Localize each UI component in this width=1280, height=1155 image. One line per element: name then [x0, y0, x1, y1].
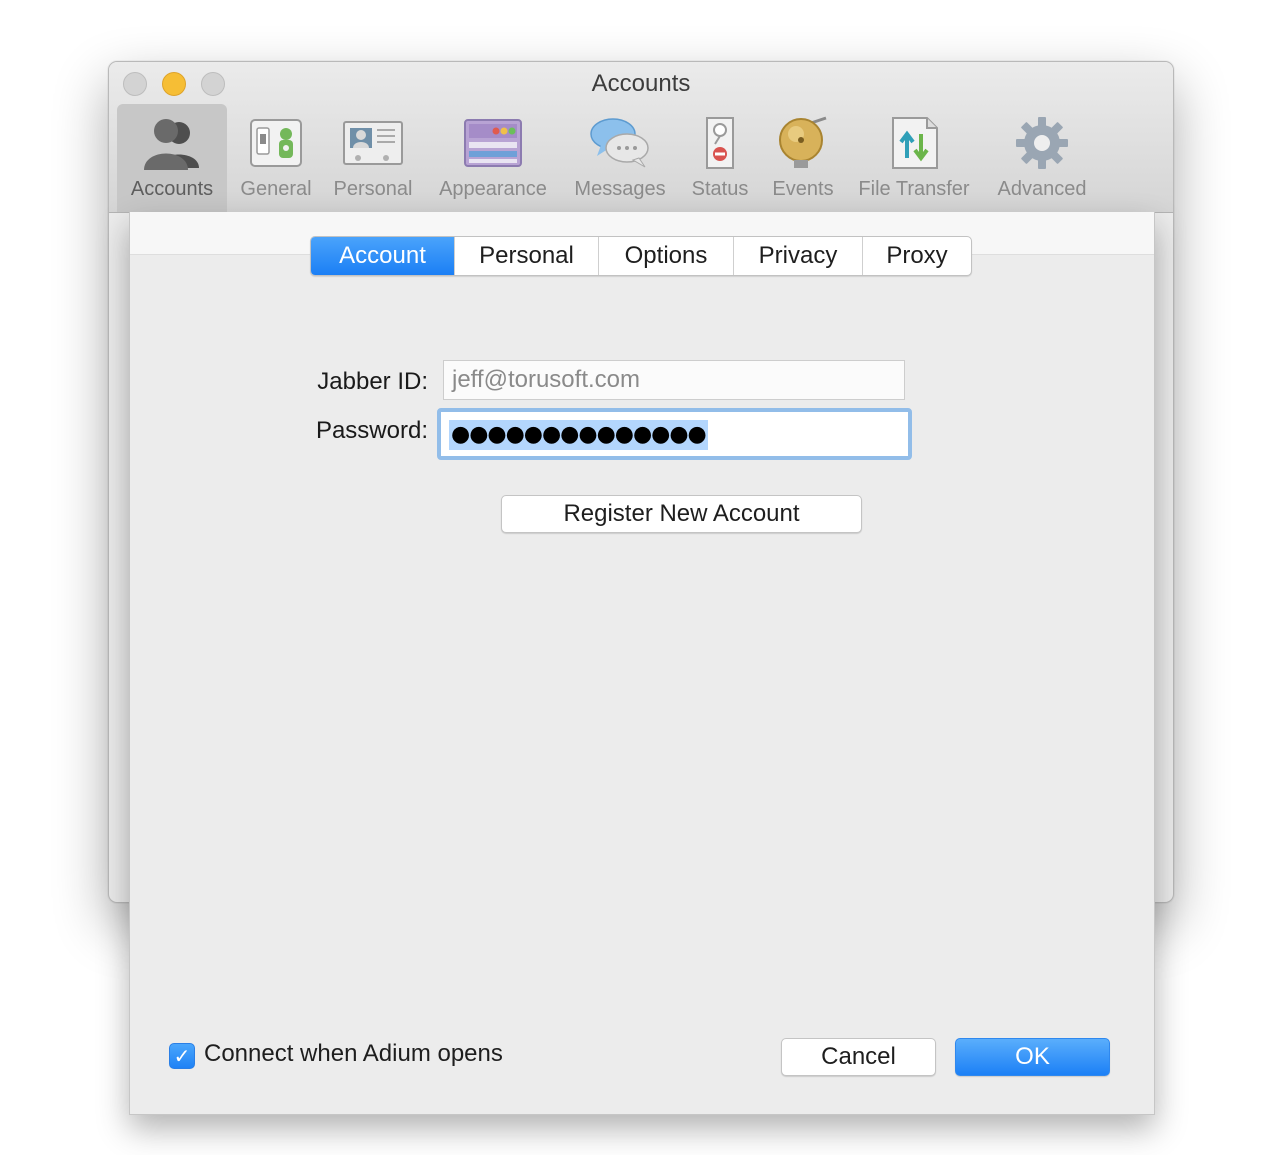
- toolbar-item-status[interactable]: Status: [679, 104, 761, 212]
- password-value: ●●●●●●●●●●●●●●: [449, 420, 708, 450]
- toolbar-label: Messages: [574, 178, 666, 200]
- speech-bubbles-icon: [590, 118, 649, 168]
- toolbar-item-appearance[interactable]: Appearance: [425, 104, 561, 212]
- password-label: Password:: [315, 417, 428, 444]
- tab-personal[interactable]: Personal: [454, 237, 598, 275]
- title-bar: Accounts Accounts General Personal Appea…: [109, 62, 1173, 213]
- light-switch-icon: [250, 119, 302, 167]
- tab-account[interactable]: Account: [311, 237, 454, 275]
- toolbar-label: Events: [772, 178, 834, 200]
- jabber-id-field[interactable]: jeff@torusoft.com: [443, 360, 905, 400]
- account-tabs: Account Personal Options Privacy Proxy: [310, 236, 972, 276]
- preferences-toolbar: Accounts General Personal Appearance Mes…: [109, 104, 1173, 212]
- ok-button[interactable]: OK: [955, 1038, 1110, 1076]
- toolbar-item-file-transfer[interactable]: File Transfer: [845, 104, 983, 212]
- toolbar-item-messages[interactable]: Messages: [565, 104, 675, 212]
- people-icon: [144, 119, 199, 170]
- connect-on-launch-checkbox[interactable]: ✓: [169, 1043, 195, 1069]
- toolbar-label: Status: [691, 178, 749, 200]
- toolbar-item-accounts[interactable]: Accounts: [117, 104, 227, 212]
- transfer-arrows-icon: [892, 117, 938, 169]
- account-sheet: Account Personal Options Privacy Proxy J…: [129, 212, 1155, 1115]
- toolbar-label: Advanced: [997, 178, 1087, 200]
- toolbar-item-personal[interactable]: Personal: [325, 104, 421, 212]
- toolbar-item-general[interactable]: General: [231, 104, 321, 212]
- door-hanger-icon: [706, 117, 734, 169]
- toolbar-label: Accounts: [130, 178, 214, 200]
- toolbar-item-advanced[interactable]: Advanced: [987, 104, 1097, 212]
- tab-options[interactable]: Options: [598, 237, 733, 275]
- cancel-button[interactable]: Cancel: [781, 1038, 936, 1076]
- id-card-icon: [343, 121, 403, 165]
- toolbar-label: General: [240, 178, 312, 200]
- appearance-window-icon: [464, 119, 522, 167]
- toolbar-label: Personal: [333, 178, 413, 200]
- connect-on-launch-label: Connect when Adium opens: [204, 1040, 503, 1067]
- register-new-account-button[interactable]: Register New Account: [501, 495, 862, 533]
- jabber-id-label: Jabber ID:: [317, 368, 428, 395]
- password-field[interactable]: ●●●●●●●●●●●●●●: [437, 408, 912, 460]
- toolbar-item-events[interactable]: Events: [765, 104, 841, 212]
- window-title: Accounts: [591, 70, 691, 97]
- toolbar-label: Appearance: [439, 178, 547, 200]
- toolbar-label: File Transfer: [858, 178, 970, 200]
- tab-privacy[interactable]: Privacy: [733, 237, 862, 275]
- tab-proxy[interactable]: Proxy: [862, 237, 971, 275]
- gear-icon: [1016, 117, 1068, 169]
- bell-icon: [779, 116, 827, 168]
